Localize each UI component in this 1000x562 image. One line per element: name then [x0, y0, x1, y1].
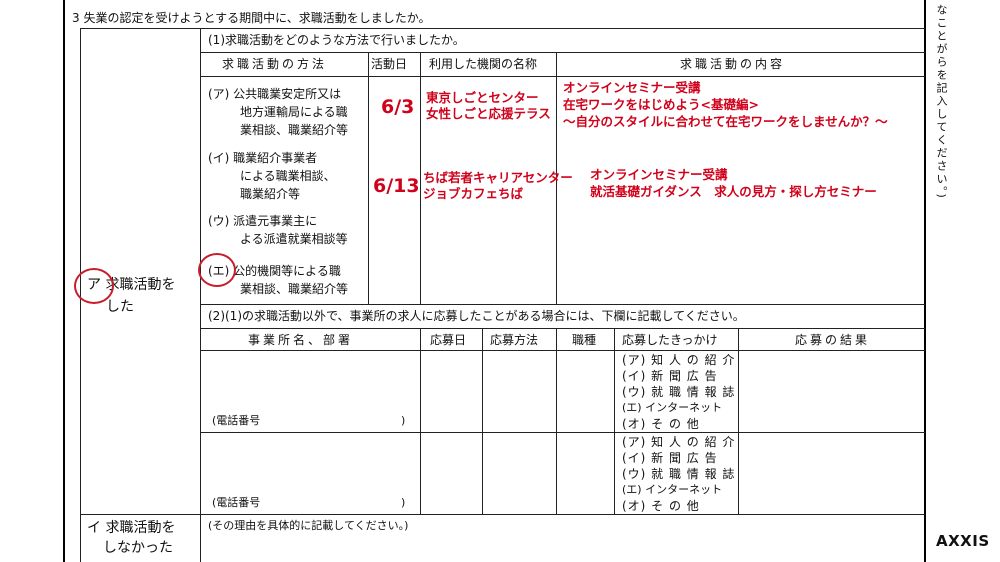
row-1-option-u: (ウ) 就 職 情 報 誌 [622, 385, 736, 399]
selected-method-circle [198, 253, 236, 287]
option-a-label-2: した [106, 299, 134, 315]
header-result: 応募の結果 [795, 333, 871, 347]
header-content: 求職活動の内容 [680, 57, 786, 71]
header-company: 事業所名、部署 [248, 333, 354, 347]
entry-1-content1: オンラインセミナー受講 [563, 80, 701, 95]
entry-1-content2: 在宅ワークをはじめよう<基礎編> [563, 97, 759, 112]
header-institution: 利用した機関の名称 [429, 57, 538, 71]
row-1-option-e: (エ) インターネット [622, 401, 723, 414]
option-i-label: イ 求職活動を [87, 520, 176, 536]
entry-1-content3: 〜自分のスタイルに合わせて在宅ワークをしませんか？〜 [563, 114, 888, 129]
row-2-phone-label: (電話番号 [212, 496, 261, 509]
row-2-phone-close: ) [401, 496, 406, 509]
reason-prompt: (その理由を具体的に記載してください。) [208, 519, 409, 532]
method-i-line2: による職業相談、 [240, 169, 336, 183]
entry-1-inst2: 女性しごと応援テラス [426, 106, 551, 121]
row-2-option-o: (オ) そ の 他 [622, 499, 700, 513]
entry-2-inst1: ちば若者キャリアセンター [423, 170, 573, 185]
page: { "form": { "section_title": "3 失業の認定を受け… [0, 0, 1000, 562]
entry-1-date: 6/3 [381, 96, 415, 118]
axxis-logo: AXXIS [936, 532, 990, 550]
entry-2-content2: 就活基礎ガイダンス 求人の見方・探し方セミナー [590, 184, 877, 199]
method-u-line2: よる派遣就業相談等 [240, 232, 348, 246]
entry-2-date: 6/13 [373, 175, 420, 197]
method-a-line3: 業相談、職業紹介等 [240, 123, 349, 137]
question-1: (1)求職活動をどのような方法で行いましたか。 [208, 33, 465, 47]
selected-option-circle [74, 268, 114, 304]
row-1-option-i: (イ) 新 聞 広 告 [622, 369, 718, 383]
row-2-option-a: (ア) 知 人 の 紹 介 [622, 435, 736, 449]
entry-2-content1: オンラインセミナー受講 [590, 167, 728, 182]
option-i-label-2: しなかった [103, 540, 173, 556]
section-title: 3 失業の認定を受けようとする期間中に、求職活動をしましたか。 [72, 11, 431, 25]
frame-right [924, 0, 926, 562]
header-apply-date: 応募日 [430, 333, 467, 347]
header-job: 職種 [572, 333, 597, 347]
method-a-line2: 地方運輸局による職 [240, 105, 348, 119]
row-2-option-u: (ウ) 就 職 情 報 誌 [622, 467, 736, 481]
method-a-line1: (ア) 公共職業安定所又は [208, 87, 342, 101]
header-apply-method: 応募方法 [490, 333, 539, 347]
row-1-option-a: (ア) 知 人 の 紹 介 [622, 353, 736, 367]
row-1-option-o: (オ) そ の 他 [622, 417, 700, 431]
method-u-line1: (ウ) 派遣元事業主に [208, 214, 318, 228]
row-1-phone-close: ) [401, 414, 406, 427]
frame-left [63, 0, 65, 562]
method-i-line1: (イ) 職業紹介事業者 [208, 151, 318, 165]
row-2-option-i: (イ) 新 聞 広 告 [622, 451, 718, 465]
header-method: 求職活動の方法 [222, 57, 328, 71]
entry-2-inst2: ジョブカフェちば [423, 186, 524, 201]
side-note: なことがらを記入してください。) [935, 4, 948, 200]
method-e-line2: 業相談、職業紹介等 [240, 282, 349, 296]
header-trigger: 応募したきっかけ [622, 333, 718, 347]
header-date: 活動日 [371, 57, 408, 71]
question-2: (2)(1)の求職活動以外で、事業所の求人に応募したことがある場合には、下欄に記… [208, 309, 745, 323]
row-1-phone-label: (電話番号 [212, 414, 261, 427]
row-2-option-e: (エ) インターネット [622, 483, 723, 496]
entry-1-inst1: 東京しごとセンター [426, 90, 539, 105]
method-i-line3: 職業紹介等 [240, 187, 301, 201]
